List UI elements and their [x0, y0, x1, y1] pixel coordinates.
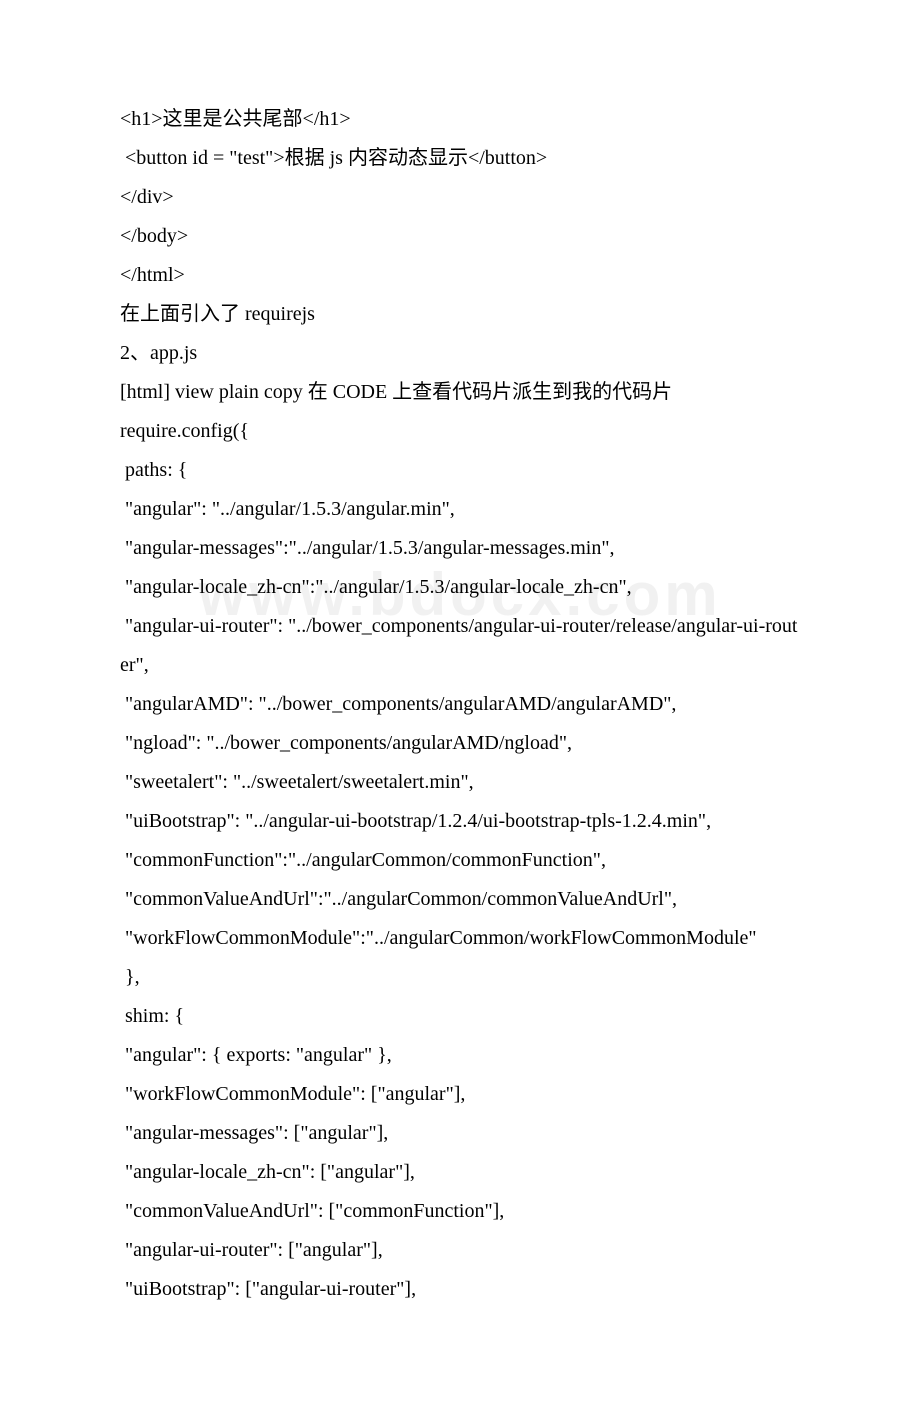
code-line: paths: {	[120, 451, 800, 490]
code-line: </html>	[120, 256, 800, 295]
document-content: <h1>这里是公共尾部</h1> <button id = "test">根据 …	[120, 100, 800, 1309]
code-line: 在上面引入了 requirejs	[120, 295, 800, 334]
code-line: "commonValueAndUrl": ["commonFunction"],	[120, 1192, 800, 1231]
code-line: "sweetalert": "../sweetalert/sweetalert.…	[120, 763, 800, 802]
code-line: require.config({	[120, 412, 800, 451]
code-line: "angular-locale_zh-cn": ["angular"],	[120, 1153, 800, 1192]
code-line: "uiBootstrap": "../angular-ui-bootstrap/…	[120, 802, 800, 841]
code-line: 2、app.js	[120, 334, 800, 373]
code-line: "angular-ui-router": ["angular"],	[120, 1231, 800, 1270]
code-line: "angular-messages": ["angular"],	[120, 1114, 800, 1153]
code-line: "angular-messages":"../angular/1.5.3/ang…	[120, 529, 800, 568]
code-line: "angularAMD": "../bower_components/angul…	[120, 685, 800, 724]
code-line: "workFlowCommonModule": ["angular"],	[120, 1075, 800, 1114]
code-line: "angular-locale_zh-cn":"../angular/1.5.3…	[120, 568, 800, 607]
code-line: </div>	[120, 178, 800, 217]
code-line: "uiBootstrap": ["angular-ui-router"],	[120, 1270, 800, 1309]
code-line: "angular": { exports: "angular" },	[120, 1036, 800, 1075]
code-line: [html] view plain copy 在 CODE 上查看代码片派生到我…	[120, 373, 800, 412]
code-line: "ngload": "../bower_components/angularAM…	[120, 724, 800, 763]
code-line: shim: {	[120, 997, 800, 1036]
code-line: "angular-ui-router": "../bower_component…	[120, 607, 800, 685]
code-line: },	[120, 958, 800, 997]
code-line: "commonFunction":"../angularCommon/commo…	[120, 841, 800, 880]
code-line: "angular": "../angular/1.5.3/angular.min…	[120, 490, 800, 529]
code-line: </body>	[120, 217, 800, 256]
code-line: "commonValueAndUrl":"../angularCommon/co…	[120, 880, 800, 919]
code-line: <h1>这里是公共尾部</h1>	[120, 100, 800, 139]
code-line: "workFlowCommonModule":"../angularCommon…	[120, 919, 800, 958]
code-line: <button id = "test">根据 js 内容动态显示</button…	[120, 139, 800, 178]
